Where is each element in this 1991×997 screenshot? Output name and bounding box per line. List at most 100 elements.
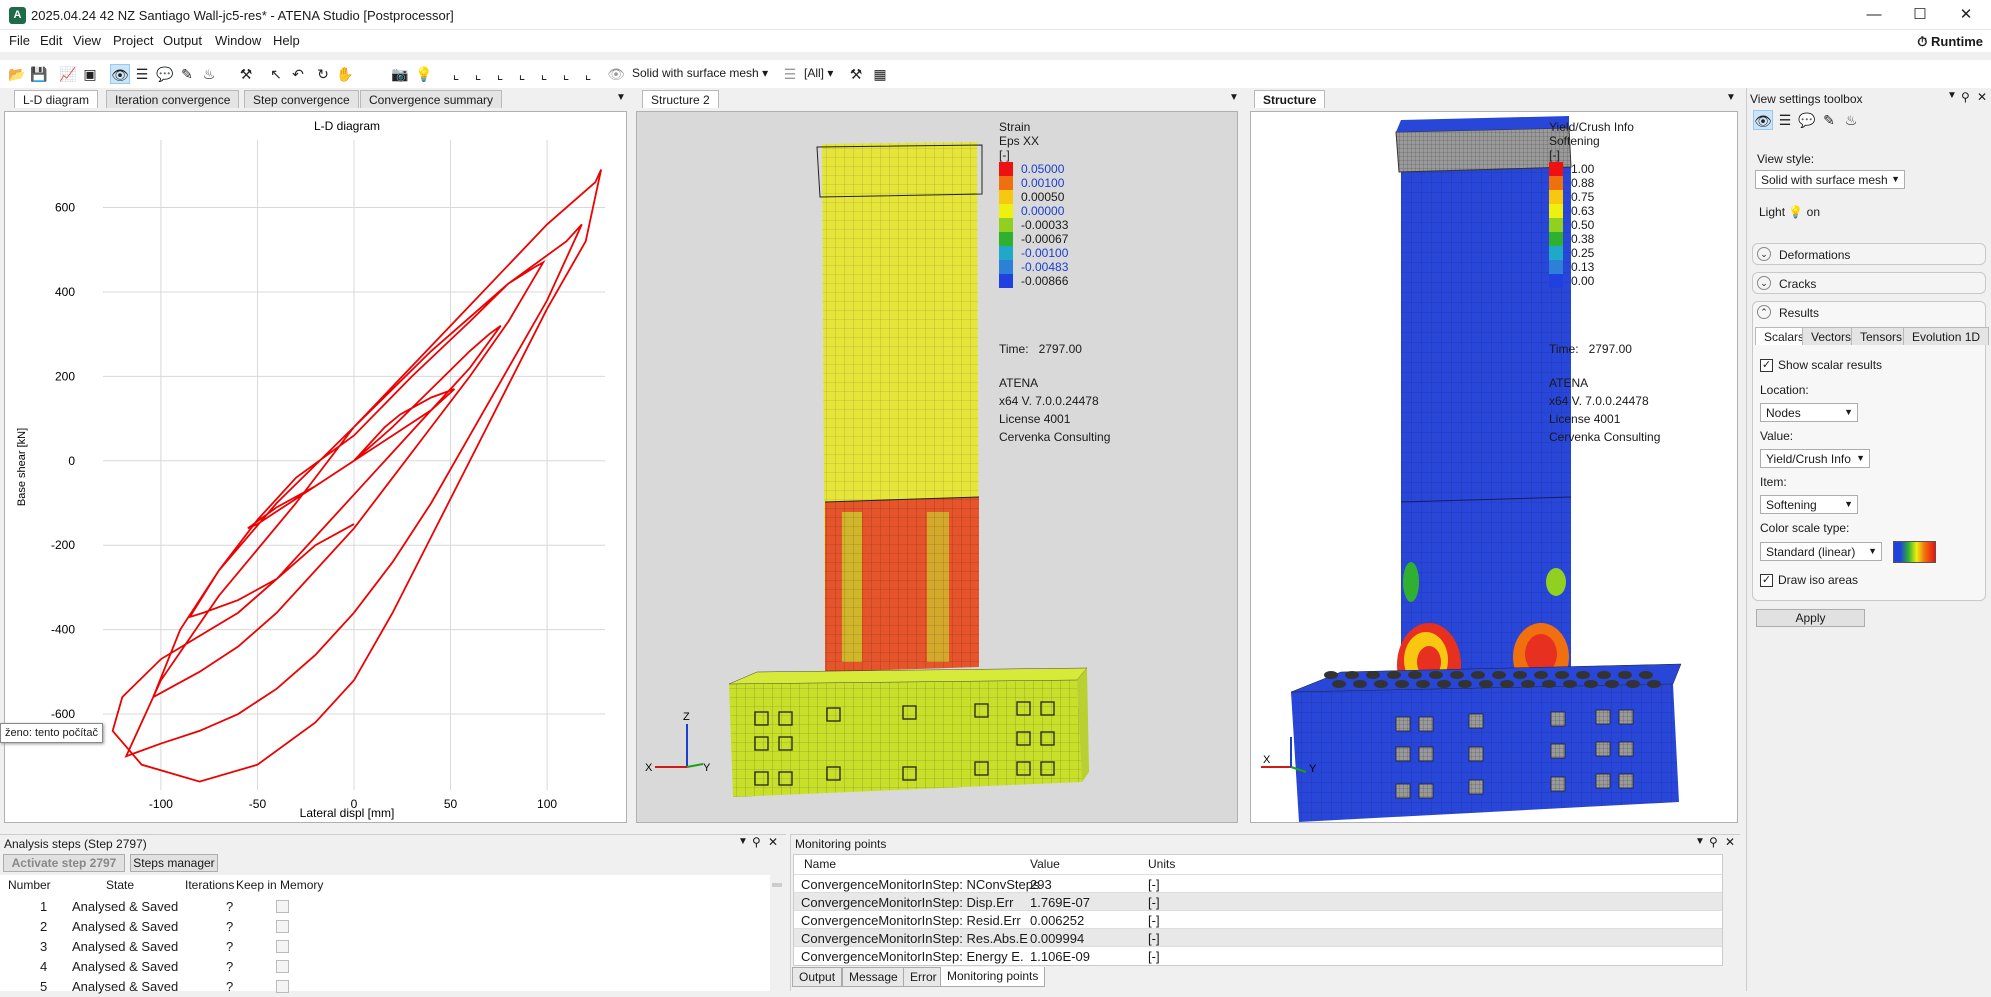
analysis-pin-icon[interactable]: ⚲ — [752, 835, 761, 849]
chevron-up-icon[interactable]: ⌃ — [1757, 305, 1771, 319]
tab-menu-icon[interactable]: ▼ — [616, 92, 626, 103]
eye-icon[interactable]: 👁 — [110, 64, 130, 84]
toolbox-eye-icon[interactable]: 👁 — [1753, 110, 1773, 130]
tab-step-convergence[interactable]: Step convergence — [244, 90, 359, 108]
maximize-icon[interactable]: ☐ — [1897, 0, 1943, 30]
tab-iteration-convergence[interactable]: Iteration convergence — [106, 90, 240, 108]
tab-menu-2-icon[interactable]: ▼ — [1229, 92, 1239, 103]
toolbox-brush-icon[interactable]: ♨ — [1841, 110, 1861, 130]
col-iterations[interactable]: Iterations — [185, 878, 234, 892]
col-state[interactable]: State — [106, 878, 134, 892]
view-style-select[interactable]: Solid with surface mesh ▼ — [1755, 170, 1905, 189]
undo-icon[interactable]: ↶ — [288, 64, 308, 84]
color-scale-preview[interactable] — [1893, 541, 1936, 563]
pan-hand-icon[interactable]: ✋ — [335, 64, 355, 84]
item-select[interactable]: Softening ▼ — [1760, 495, 1858, 514]
table-row[interactable]: ConvergenceMonitorInStep: Energy E. 1.106… — [794, 946, 1722, 964]
activate-step-button[interactable]: Activate step 2797 — [3, 854, 125, 872]
menu-edit[interactable]: Edit — [40, 33, 62, 48]
section-cracks[interactable]: ⌄ Cracks — [1752, 272, 1986, 294]
menu-window[interactable]: Window — [215, 33, 261, 48]
section-deformations[interactable]: ⌄ Deformations — [1752, 243, 1986, 265]
axis-view-7-icon[interactable]: ⌞ — [578, 64, 598, 84]
draw-iso-checkbox[interactable]: ✓ — [1760, 574, 1773, 587]
col-value[interactable]: Value — [1030, 857, 1060, 871]
comment-icon[interactable]: 💬 — [155, 64, 175, 84]
save-icon[interactable]: 💾 — [29, 64, 49, 84]
axis-view-4-icon[interactable]: ⌞ — [512, 64, 532, 84]
table-row[interactable]: 1 Analysed & Saved? — [0, 897, 770, 917]
monitoring-close-icon[interactable]: ✕ — [1725, 835, 1735, 849]
tab-ld-diagram[interactable]: L-D diagram — [14, 90, 99, 108]
table-row[interactable]: ConvergenceMonitorInStep: Disp.Err 1.769E… — [794, 892, 1722, 910]
camera-icon[interactable]: 📷 — [390, 64, 410, 84]
toolbox-layers-icon[interactable]: ☰ — [1775, 110, 1795, 130]
apply-button[interactable]: Apply — [1756, 609, 1865, 627]
table-row[interactable]: ConvergenceMonitorInStep: Res.Abs.E 0.009… — [794, 928, 1722, 946]
table-row[interactable]: 3 Analysed & Saved? — [0, 937, 770, 957]
monitoring-scrollbar[interactable] — [1724, 854, 1738, 966]
tab-convergence-summary[interactable]: Convergence summary — [360, 90, 503, 108]
tab-monitoring-points[interactable]: Monitoring points — [940, 967, 1046, 987]
tab-message[interactable]: Message — [842, 967, 905, 987]
toolbox-edit-icon[interactable]: ✎ — [1819, 110, 1839, 130]
cube-icon[interactable]: ▣ — [80, 64, 100, 84]
tab-structure-2[interactable]: Structure 2 — [642, 90, 719, 108]
tab-evolution-1d[interactable]: Evolution 1D — [1903, 327, 1990, 345]
brush-icon[interactable]: ♨ — [199, 64, 219, 84]
analysis-menu-icon[interactable]: ▼ — [738, 836, 748, 847]
menu-project[interactable]: Project — [113, 33, 153, 48]
monitoring-menu-icon[interactable]: ▼ — [1695, 836, 1705, 847]
close-icon[interactable]: ✕ — [1943, 0, 1989, 30]
table-row[interactable]: 2 Analysed & Saved? — [0, 917, 770, 937]
location-select[interactable]: Nodes ▼ — [1760, 403, 1858, 422]
structure2-view[interactable]: X Y Z Strain Eps XX [-] 0.05000 0.00100 0.… — [636, 111, 1238, 823]
steps-scrollbar[interactable] — [770, 875, 784, 991]
keep-checkbox[interactable] — [276, 960, 289, 973]
toolbox-close-icon[interactable]: ✕ — [1977, 90, 1987, 104]
light-toggle[interactable]: Light 💡 on — [1759, 205, 1820, 219]
layers-dropdown[interactable]: [All] ▾ — [804, 66, 833, 80]
axis-view-5-icon[interactable]: ⌞ — [534, 64, 554, 84]
steps-manager-button[interactable]: Steps manager — [130, 854, 218, 872]
axis-view-2-icon[interactable]: ⌞ — [468, 64, 488, 84]
table-row[interactable]: ConvergenceMonitorInStep: NConvSteps 293 [… — [794, 874, 1722, 892]
col-units[interactable]: Units — [1148, 857, 1175, 871]
calculator-icon[interactable]: ▦ — [870, 64, 890, 84]
menu-help[interactable]: Help — [273, 33, 300, 48]
axis-view-3-icon[interactable]: ⌞ — [490, 64, 510, 84]
keep-checkbox[interactable] — [276, 940, 289, 953]
runtime-button[interactable]: ⏱ Runtime — [1917, 34, 1983, 50]
chart-icon[interactable]: 📈 — [58, 64, 78, 84]
col-number[interactable]: Number — [8, 878, 51, 892]
toolbox-menu-icon[interactable]: ▼ — [1947, 90, 1957, 101]
ld-chart-view[interactable]: L-D diagram -100 -50 0 50 100 600 400 200 0 -200-… — [4, 111, 627, 823]
edit-icon[interactable]: ✎ — [177, 64, 197, 84]
table-row[interactable]: ConvergenceMonitorInStep: Resid.Err 0.006… — [794, 910, 1722, 928]
show-scalar-checkbox[interactable]: ✓ — [1760, 359, 1773, 372]
open-icon[interactable]: 📂 — [7, 64, 27, 84]
menu-file[interactable]: File — [9, 33, 30, 48]
tab-structure[interactable]: Structure — [1254, 90, 1326, 108]
minimize-icon[interactable]: — — [1851, 0, 1897, 30]
value-select[interactable]: Yield/Crush Info ▼ — [1760, 449, 1870, 468]
tab-output[interactable]: Output — [792, 967, 843, 987]
keep-checkbox[interactable] — [276, 900, 289, 913]
monitoring-pin-icon[interactable]: ⚲ — [1709, 835, 1718, 849]
table-row[interactable]: 5 Analysed & Saved? — [0, 977, 770, 997]
rotate-icon[interactable]: ↻ — [313, 64, 333, 84]
color-scale-select[interactable]: Standard (linear) ▼ — [1760, 542, 1882, 561]
pointer-icon[interactable]: ↖ — [266, 64, 286, 84]
analysis-close-icon[interactable]: ✕ — [768, 835, 778, 849]
structure-view[interactable]: X Y Yield/Crush Info Softening [-] 1.00 0… — [1250, 111, 1738, 823]
keep-checkbox[interactable] — [276, 920, 289, 933]
col-name[interactable]: Name — [804, 857, 836, 871]
table-row[interactable]: 4 Analysed & Saved? — [0, 957, 770, 977]
layers-icon[interactable]: ☰ — [132, 64, 152, 84]
tools-icon[interactable]: ⚒ — [236, 64, 256, 84]
axis-view-icon[interactable]: ⌞ — [446, 64, 466, 84]
view-style-dropdown[interactable]: Solid with surface mesh ▾ — [632, 66, 768, 80]
axis-view-6-icon[interactable]: ⌞ — [556, 64, 576, 84]
menu-output[interactable]: Output — [163, 33, 202, 48]
toolbox-comment-icon[interactable]: 💬 — [1797, 110, 1817, 130]
